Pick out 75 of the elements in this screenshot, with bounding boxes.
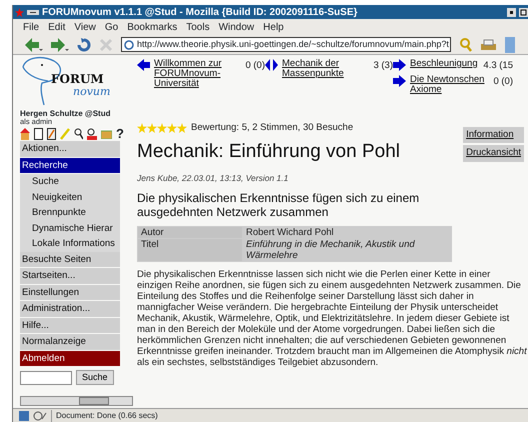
sidebar-item[interactable]: Recherche	[20, 158, 120, 173]
sidebar-item[interactable]: Suche	[20, 174, 120, 190]
nav-link[interactable]: Beschleunigung	[410, 59, 478, 69]
back-arrow-icon[interactable]	[25, 38, 43, 52]
right-arrow-icon	[393, 75, 406, 88]
star-icon	[147, 123, 157, 134]
sidebar-item[interactable]: Startseiten...	[20, 268, 120, 284]
star-icon	[157, 123, 167, 134]
logo-text: FORUM	[51, 73, 104, 85]
folder-icon[interactable]	[101, 129, 112, 139]
sidebar-item[interactable]: Lokale Informations	[20, 236, 120, 252]
sidebar-item[interactable]: Hilfe...	[20, 318, 120, 333]
star-icon	[167, 123, 177, 134]
menu-item[interactable]: Window	[218, 20, 254, 34]
logo-subtext: novum	[73, 86, 110, 97]
rating-text: Bewertung: 5, 2 Stimmen, 30 Besuche	[191, 121, 354, 135]
forward-arrow-icon[interactable]	[51, 38, 69, 52]
user-name: Hergen Schultze @Stud	[20, 109, 112, 118]
sidebar-item[interactable]: Aktionen...	[20, 141, 120, 156]
byline: Jens Kube, 22.03.01, 13:13, Version 1.1	[137, 172, 290, 185]
table-cell: Autor	[138, 226, 242, 238]
nav-link[interactable]: Willkommen zur FORUMnovum-Universität	[154, 59, 232, 89]
help-link[interactable]: ?	[116, 128, 124, 140]
reload-icon[interactable]	[77, 38, 91, 52]
connection-icon	[33, 410, 47, 420]
article-title: Mechanik: Einführung von Pohl	[137, 141, 401, 164]
search-field[interactable]	[20, 370, 72, 384]
minimize-icon[interactable]	[507, 8, 516, 16]
new-search-icon[interactable]	[87, 128, 97, 140]
menu-item[interactable]: File	[23, 20, 40, 34]
sidebar-item[interactable]: Dynamische Hierar	[20, 220, 120, 236]
nav-link[interactable]: Die Newtonschen Axiome	[410, 75, 488, 96]
page-count: 3 (3)	[373, 59, 393, 73]
sidebar-item[interactable]: Einstellungen	[20, 284, 120, 300]
status-text: Document: Done (0.66 secs)	[51, 410, 158, 422]
search-button[interactable]: Suche	[76, 370, 114, 385]
table-cell: Titel	[138, 238, 242, 261]
article-paragraph: Die physikalischen Erkenntnisse lassen sich nicht wie die Perlen einer Kette in einer einzigen Reihe anordnen, sie fügen sich zu einem ausgedehnten Netzwerk zusammen. Die Einteilung des Stoffes und die Reihenfolge seiner Darstellung lässt sich daher in mannigfacher Weise verändern. Die hergebrachte Einteilung der Physik unterscheidet Mechanik, Akustik, Wärmelehre, Optik, und Elektrizitätslehre. In jedem dieser Gebiete ist man in den Bereich der Moleküle und der Atome vorgedrungen. Dabei ließen sich die herkömmlichen Grenzen nicht innehalten; die auf verschiedenen Gebieten gewonnenen Erkenntnisse greifen ineinander. Trotzdem braucht man im Allgemeinen die Atomphysik nicht als ein sechstes, selbstständiges Teilgebiet abzusondern.	[137, 268, 527, 368]
sidebar-item[interactable]: Abmelden	[20, 350, 120, 366]
window-title: FORUMnovum v1.1.1 @Stud - Mozilla {Build ID: 2002091116-SuSE}	[42, 6, 358, 19]
menu-item[interactable]: Help	[263, 20, 284, 34]
page-count: 0 (0)	[245, 59, 265, 73]
address-field[interactable]: http://www.theorie.physik.uni-goettingen.de/~schultze/forumnovum/main.php?t	[121, 37, 451, 52]
side-button[interactable]: Druckansicht	[463, 145, 524, 162]
horizontal-scrollbar[interactable]	[20, 396, 133, 406]
window-menu-icon[interactable]	[27, 8, 39, 16]
page-count: 0 (0)	[493, 75, 513, 90]
search-icon[interactable]	[74, 128, 83, 140]
home-icon[interactable]	[20, 128, 30, 140]
menu-item[interactable]: Edit	[48, 20, 66, 34]
page-icon	[124, 40, 134, 50]
right-arrow-icon	[393, 59, 406, 71]
document-icon[interactable]	[34, 128, 43, 140]
double-arrow-icon	[265, 59, 278, 71]
menu-item[interactable]: Bookmarks	[127, 20, 178, 34]
menu-item[interactable]: View	[74, 20, 96, 34]
edit-icon[interactable]	[47, 128, 56, 140]
left-arrow-icon	[137, 59, 150, 71]
page-count: 4.3 (15	[483, 59, 513, 73]
star-icon	[137, 123, 147, 134]
sidebar-item[interactable]: Brennpunkte	[20, 205, 120, 220]
sidebar-item[interactable]: Besuchte Seiten	[20, 252, 120, 267]
sidebar-item[interactable]: Neuigkeiten	[20, 190, 120, 205]
side-button[interactable]: Information	[463, 127, 524, 144]
sidebar-item[interactable]: Normalanzeige	[20, 334, 120, 350]
nav-link[interactable]: Mechanik der Massenpunkte	[282, 59, 360, 79]
component-icon[interactable]	[19, 410, 29, 420]
maximize-icon[interactable]	[519, 8, 528, 16]
print-icon[interactable]	[481, 38, 497, 50]
star-icon	[15, 8, 24, 16]
star-icon	[177, 123, 187, 134]
menu-item[interactable]: Tools	[186, 20, 210, 34]
menu-item[interactable]: Go	[104, 20, 118, 34]
article-subtitle: Die physikalischen Erkenntnisse fügen sich zu einem ausgedehnten Netzwerk zusammen	[137, 190, 420, 219]
sidebar-item[interactable]: Administration...	[20, 301, 120, 316]
